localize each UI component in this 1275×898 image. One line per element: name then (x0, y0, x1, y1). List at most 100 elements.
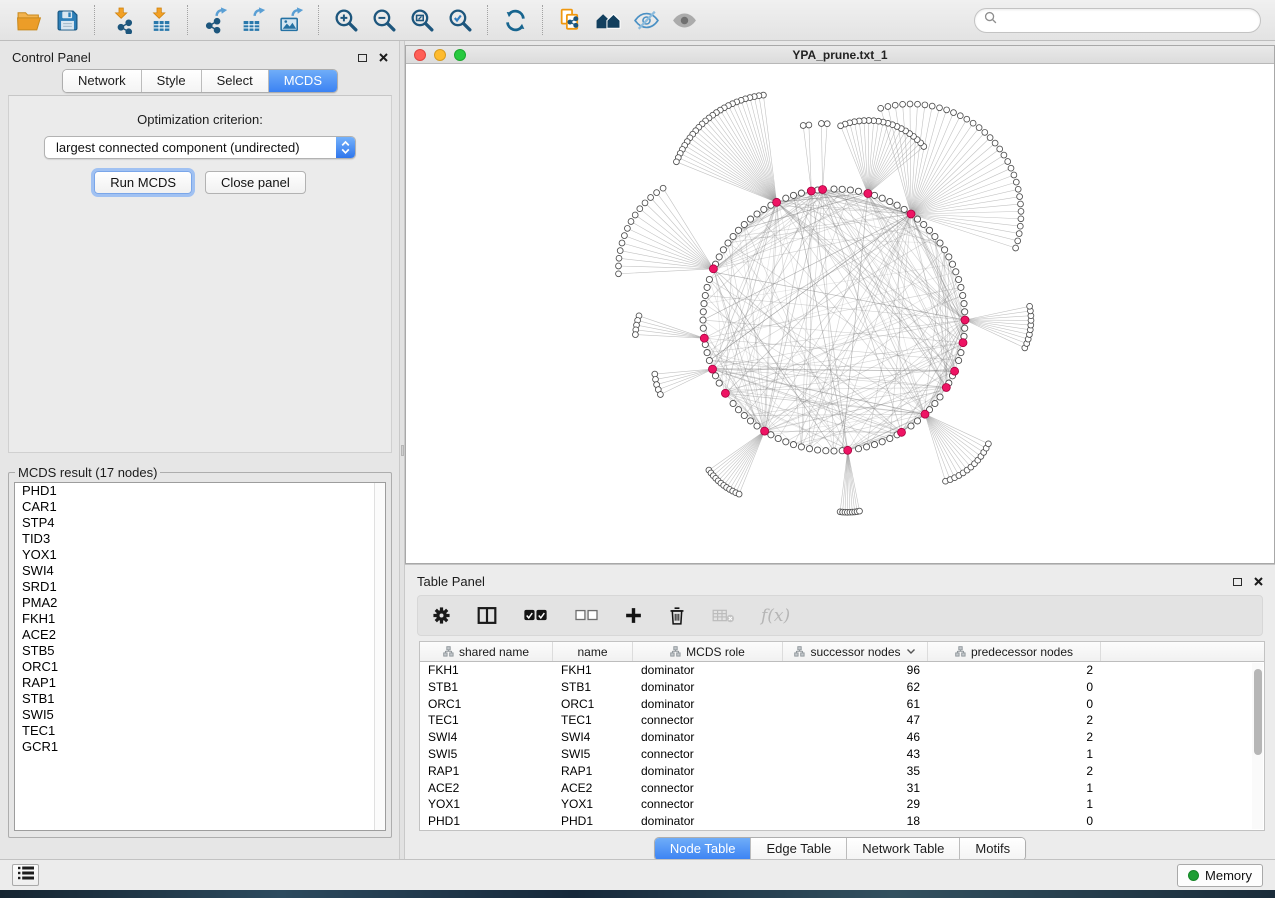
search-box[interactable] (974, 8, 1261, 33)
table-cell: dominator (633, 662, 783, 679)
mcds-result-item[interactable]: STB1 (15, 691, 385, 707)
function-builder-icon: f(x) (761, 606, 790, 626)
network-graph[interactable] (406, 64, 1274, 563)
zoom-selected-icon[interactable] (444, 4, 476, 36)
table-tab-network-table[interactable]: Network Table (846, 838, 959, 860)
tab-select[interactable]: Select (201, 70, 268, 92)
show-all-icon[interactable] (668, 4, 700, 36)
table-mode-icon[interactable] (432, 606, 451, 625)
table-cell: 96 (783, 662, 928, 679)
table-cell: TEC1 (553, 712, 633, 729)
refresh-icon[interactable] (499, 4, 531, 36)
table-tab-edge-table[interactable]: Edge Table (750, 838, 846, 860)
table-cell: connector (633, 780, 783, 797)
window-close-icon[interactable] (414, 49, 426, 61)
mcds-result-item[interactable]: STP4 (15, 515, 385, 531)
mcds-result-item[interactable]: RAP1 (15, 675, 385, 691)
mcds-result-item[interactable]: FKH1 (15, 611, 385, 627)
show-columns-icon[interactable] (477, 607, 497, 624)
toolbar-separator (94, 5, 95, 35)
mcds-result-item[interactable]: PHD1 (15, 483, 385, 499)
table-row[interactable]: FKH1FKH1dominator962 (420, 662, 1264, 679)
column-header-predecessor-nodes[interactable]: predecessor nodes (928, 642, 1101, 661)
table-cell: ACE2 (553, 780, 633, 797)
search-input[interactable] (1003, 12, 1251, 28)
table-row[interactable]: RAP1RAP1dominator352 (420, 763, 1264, 780)
mcds-result-item[interactable]: TEC1 (15, 723, 385, 739)
table-cell: YOX1 (420, 796, 553, 813)
mcds-result-item[interactable]: TID3 (15, 531, 385, 547)
tab-mcds[interactable]: MCDS (268, 70, 337, 92)
memory-label: Memory (1205, 868, 1252, 883)
tab-style[interactable]: Style (141, 70, 201, 92)
close-panel-icon[interactable] (379, 50, 388, 65)
import-network-icon[interactable] (106, 4, 138, 36)
float-panel-icon[interactable] (358, 54, 367, 62)
column-header-shared-name[interactable]: shared name (420, 642, 553, 661)
table-row[interactable]: SWI5SWI5connector431 (420, 746, 1264, 763)
table-scrollbar[interactable] (1252, 663, 1263, 829)
first-neighbors-icon[interactable] (592, 4, 624, 36)
mcds-result-item[interactable]: GCR1 (15, 739, 385, 755)
tab-network[interactable]: Network (63, 70, 141, 92)
table-cell: ORC1 (420, 696, 553, 713)
table-row[interactable]: ACE2ACE2connector311 (420, 780, 1264, 797)
export-image-icon[interactable] (275, 4, 307, 36)
mcds-result-item[interactable]: YOX1 (15, 547, 385, 563)
window-zoom-icon[interactable] (454, 49, 466, 61)
deselect-all-icon[interactable] (574, 609, 599, 622)
table-row[interactable]: ORC1ORC1dominator610 (420, 696, 1264, 713)
export-table-icon[interactable] (237, 4, 269, 36)
table-panel: Table Panel f(x) shared namenameMCDS rol… (405, 565, 1275, 859)
table-cell: SWI5 (553, 746, 633, 763)
clone-network-icon[interactable] (554, 4, 586, 36)
memory-status-icon (1188, 870, 1199, 881)
close-panel-button[interactable]: Close panel (205, 171, 306, 194)
mcds-result-item[interactable]: ACE2 (15, 627, 385, 643)
column-header-successor-nodes[interactable]: successor nodes (783, 642, 928, 661)
table-row[interactable]: STB1STB1dominator620 (420, 679, 1264, 696)
zoom-fit-icon[interactable] (406, 4, 438, 36)
mcds-result-item[interactable]: CAR1 (15, 499, 385, 515)
table-cell: STB1 (420, 679, 553, 696)
run-mcds-button[interactable]: Run MCDS (94, 171, 192, 194)
column-header-MCDS-role[interactable]: MCDS role (633, 642, 783, 661)
table-cell: dominator (633, 729, 783, 746)
save-session-icon[interactable] (51, 4, 83, 36)
window-minimize-icon[interactable] (434, 49, 446, 61)
delete-columns-icon[interactable] (668, 606, 686, 626)
column-header-name[interactable]: name (553, 642, 633, 661)
memory-button[interactable]: Memory (1177, 864, 1263, 887)
table-tab-node-table[interactable]: Node Table (655, 838, 751, 860)
table-row[interactable]: SWI4SWI4dominator462 (420, 729, 1264, 746)
export-network-icon[interactable] (199, 4, 231, 36)
zoom-in-icon[interactable] (330, 4, 362, 36)
open-session-icon[interactable] (13, 4, 45, 36)
select-all-icon[interactable] (523, 609, 548, 622)
toolbar-separator (542, 5, 543, 35)
mcds-result-item[interactable]: SWI4 (15, 563, 385, 579)
task-history-button[interactable] (12, 864, 39, 886)
float-table-panel-icon[interactable] (1233, 578, 1242, 586)
close-table-panel-icon[interactable] (1254, 574, 1263, 589)
mcds-result-item[interactable]: PMA2 (15, 595, 385, 611)
table-row[interactable]: YOX1YOX1connector291 (420, 796, 1264, 813)
optimization-criterion-select[interactable]: largest connected component (undirected) (44, 136, 356, 159)
zoom-out-icon[interactable] (368, 4, 400, 36)
mcds-result-item[interactable]: SWI5 (15, 707, 385, 723)
mcds-result-item[interactable]: ORC1 (15, 659, 385, 675)
import-table-icon[interactable] (144, 4, 176, 36)
network-canvas[interactable] (406, 64, 1274, 563)
mcds-list-scrollbar[interactable] (374, 483, 385, 830)
hide-selected-icon[interactable] (630, 4, 662, 36)
table-row[interactable]: TEC1TEC1connector472 (420, 712, 1264, 729)
toolbar-separator (187, 5, 188, 35)
add-column-icon[interactable] (625, 607, 642, 624)
mcds-result-item[interactable]: SRD1 (15, 579, 385, 595)
table-tab-motifs[interactable]: Motifs (959, 838, 1025, 860)
network-window-titlebar[interactable]: YPA_prune.txt_1 (406, 46, 1274, 64)
mcds-result-item[interactable]: STB5 (15, 643, 385, 659)
table-cell: 2 (928, 712, 1101, 729)
table-row[interactable]: PHD1PHD1dominator180 (420, 813, 1264, 830)
table-cell: 29 (783, 796, 928, 813)
